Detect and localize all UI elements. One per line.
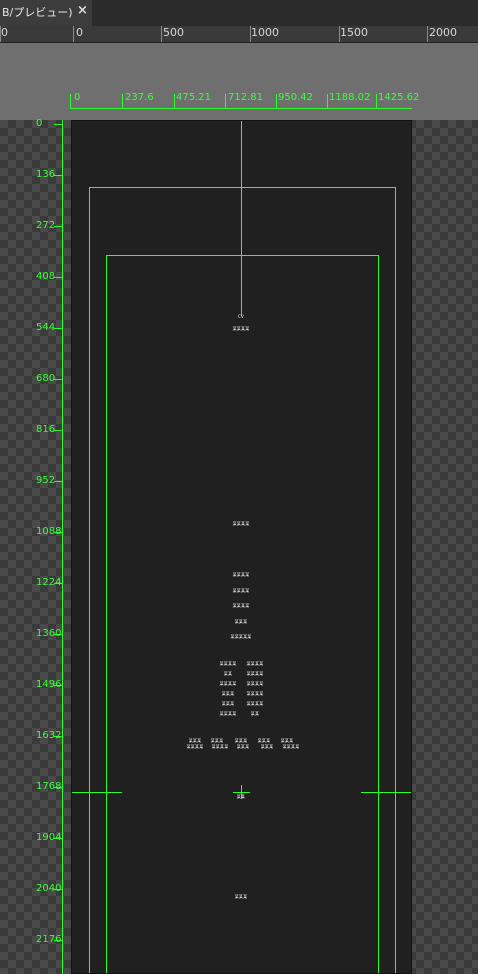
close-icon[interactable]: × — [77, 3, 88, 18]
ruler-tick — [327, 94, 328, 109]
credit-pair-right: 某某某某 — [246, 701, 264, 706]
tab-bar: B/プレビュー) × — [0, 0, 478, 27]
credit-pair-left: 某某某 — [221, 701, 235, 706]
ruler-tick — [276, 94, 277, 109]
safe-area-inner-guide — [106, 255, 379, 973]
credit-role: 某某 — [236, 794, 246, 799]
ruler-label: 680 — [36, 373, 56, 384]
credit-section: 某某某某 — [232, 521, 250, 526]
preview-canvas[interactable]: CV 某某某某 某某某某 某某某某 某某某某 某某某某 某某某 某某某某某 某某… — [71, 120, 412, 974]
ruler-label: 712.81 — [228, 92, 263, 103]
credit-grid-cell: 某某某 — [236, 744, 250, 749]
ruler-label: 1768 — [36, 781, 62, 792]
ruler-label: 1632 — [36, 730, 62, 741]
credit-pair-left: 某某 — [223, 671, 233, 676]
ruler-label: 950.42 — [278, 92, 313, 103]
credit-grid-cell: 某某某某 — [211, 744, 229, 749]
credit-pair-left: 某某某 — [221, 691, 235, 696]
document-tab[interactable]: B/プレビュー) × — [0, 0, 92, 26]
ruler-tick — [122, 94, 123, 109]
ruler-label: 1496 — [36, 679, 62, 690]
credit-line: 某某某某 — [232, 588, 250, 593]
canvas-ruler-vertical: 0 136 272 408 544 680 816 952 1088 1224 1360 1496 16… — [0, 118, 70, 974]
ruler-tick — [427, 26, 428, 42]
credit-pair-left: 某某某某 — [219, 681, 237, 686]
ruler-tick — [73, 26, 74, 42]
credit-pair-right: 某某某某 — [246, 681, 264, 686]
ruler-label: 1500 — [340, 26, 368, 39]
ruler-label: 1088 — [36, 526, 62, 537]
ruler-tick — [54, 481, 63, 482]
credit-line: 某某某某 — [232, 572, 250, 577]
ruler-label: 475.21 — [176, 92, 211, 103]
ruler-label: 1000 — [251, 26, 279, 39]
ruler-label: 1360 — [36, 628, 62, 639]
credit-name: 某某某 — [234, 894, 248, 899]
credit-line: 某某某某 — [232, 603, 250, 608]
credit-pair-right: 某某某某 — [246, 661, 264, 666]
ruler-tick — [54, 124, 63, 125]
crosshair-right — [361, 792, 411, 793]
ruler-tick — [174, 94, 175, 109]
canvas-ruler-horizontal: 0 237.6 475.21 712.81 950.42 1188.02 142… — [70, 90, 419, 112]
ruler-tick — [54, 226, 63, 227]
ruler-tick — [225, 94, 226, 109]
ruler-label: 2000 — [429, 26, 457, 39]
credit-grid-cell: 某某某 — [260, 744, 274, 749]
credit-name: 某某某某 — [232, 326, 250, 331]
top-ruler[interactable]: 0 0 500 1000 1500 2000 — [0, 26, 478, 43]
credit-pair-left: 某某某某 — [219, 711, 237, 716]
credit-pair-right: 某某某某 — [246, 671, 264, 676]
ruler-label: 500 — [163, 26, 184, 39]
ruler-label: 2176 — [36, 934, 62, 945]
credit-line: 某某某 — [234, 619, 248, 624]
credit-pair-right: 某某某某 — [246, 691, 264, 696]
ruler-label: 2040 — [36, 883, 62, 894]
ruler-label: 544 — [36, 322, 56, 333]
ruler-label: 0 — [1, 26, 8, 39]
ruler-baseline — [62, 120, 63, 974]
ruler-label: 1425.62 — [378, 92, 420, 103]
credit-grid-cell: 某某某某 — [186, 744, 204, 749]
ruler-label: 0 — [36, 118, 43, 129]
ruler-label: 816 — [36, 424, 56, 435]
ruler-label: 0 — [76, 26, 83, 39]
ruler-label: 272 — [36, 220, 56, 231]
ruler-tick — [376, 94, 377, 109]
ruler-label: 952 — [36, 475, 56, 486]
ruler-tick — [54, 430, 63, 431]
ruler-tick — [70, 94, 71, 109]
ruler-tick — [54, 379, 63, 380]
ruler-label: 408 — [36, 271, 56, 282]
credit-pair-right: 某某 — [250, 711, 260, 716]
crosshair-left — [72, 792, 122, 793]
ruler-label: 136 — [36, 169, 56, 180]
ruler-label: 237.6 — [125, 92, 154, 103]
credit-pair-left: 某某某某 — [219, 661, 237, 666]
ruler-tick — [54, 328, 63, 329]
ruler-label: 1224 — [36, 577, 62, 588]
ruler-tick — [161, 26, 162, 42]
credit-line: 某某某某某 — [230, 634, 252, 639]
credit-role: CV — [238, 314, 244, 319]
ruler-tick — [54, 175, 63, 176]
ruler-label: 1188.02 — [329, 92, 371, 103]
tab-title: B/プレビュー) — [2, 6, 73, 19]
ruler-label: 0 — [74, 92, 81, 103]
ruler-label: 1904 — [36, 832, 62, 843]
center-guide-vertical — [241, 121, 242, 316]
credit-grid-cell: 某某某某 — [282, 744, 300, 749]
ruler-tick — [54, 277, 63, 278]
